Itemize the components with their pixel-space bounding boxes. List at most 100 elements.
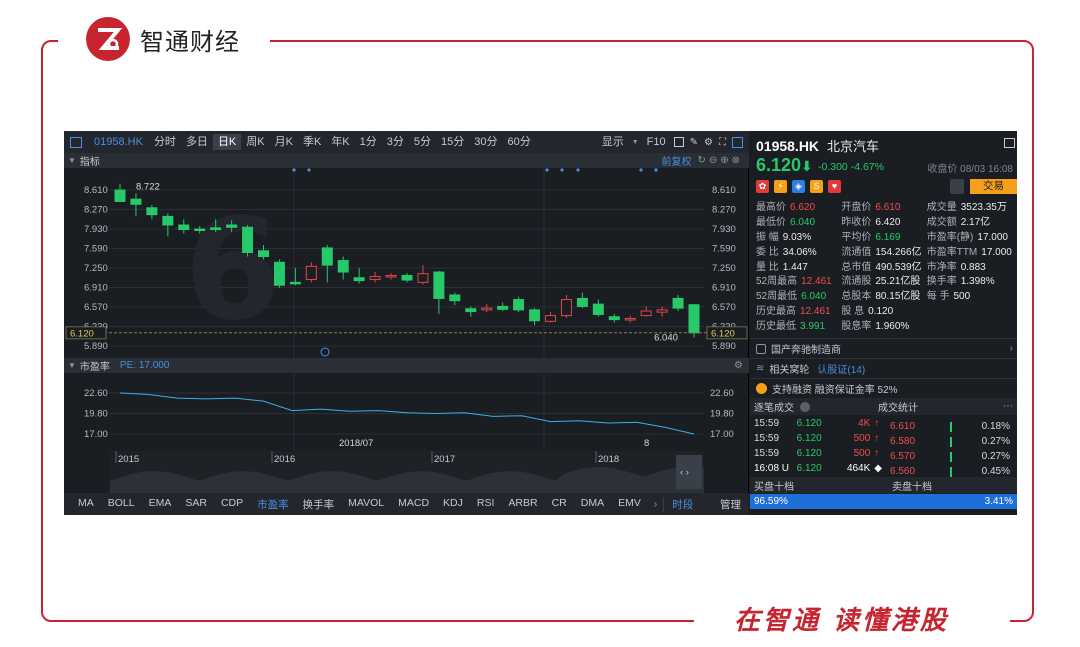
change-value: -0.300 (818, 161, 848, 173)
panel-controls-icon[interactable]: ↻⊖⊕⊗ (697, 155, 743, 166)
warrants-link[interactable]: 认股证(14) (817, 361, 865, 376)
trade-row: 15:59 6.120 4K ↑ (754, 416, 884, 431)
indicator-tab[interactable]: MA (64, 497, 101, 512)
period-tab[interactable]: 日K (212, 134, 242, 150)
period-tabs: 分时 多日 日K 周K 月K 季K 年K 1分 3分 5分 15分 30分 60分 (149, 134, 536, 150)
menu-icon[interactable] (1004, 138, 1015, 148)
trade-price: 6.120 (796, 463, 822, 474)
period-tab[interactable]: 年K (326, 134, 354, 150)
fullscreen-icon[interactable]: ⛶ (719, 137, 726, 148)
stat-label: 52周最低 (756, 291, 798, 303)
s-icon[interactable]: S (810, 180, 823, 193)
indicator-tab[interactable]: RSI (470, 497, 502, 512)
indicator-tab[interactable]: CDP (214, 497, 250, 512)
period-tab[interactable]: 月K (270, 134, 298, 150)
indicator-tab[interactable]: KDJ (436, 497, 470, 512)
period-tab[interactable]: 15分 (436, 134, 469, 150)
stat-value: 6.040 (801, 291, 827, 303)
quote-stat: 昨收价 6.420 (841, 216, 926, 231)
more-icon[interactable]: ⋯ (1003, 401, 1013, 412)
candle-down (576, 297, 588, 307)
trade-button[interactable]: 交易 (970, 179, 1017, 194)
timeline-navigator[interactable]: 2015 2016 2017 2018 ‹ › (64, 451, 749, 493)
trade-time: 15:59 (754, 433, 780, 444)
indicator-tab[interactable]: BOLL (101, 497, 142, 512)
y-tick-right: 7.250 (712, 263, 736, 274)
trade-price: 6.120 (796, 448, 822, 459)
y-tick-left: 6.910 (84, 283, 108, 294)
stat-label: 流通值 (841, 246, 872, 258)
indicator-tab[interactable]: SAR (178, 497, 214, 512)
heart-icon[interactable]: ♥ (828, 180, 841, 193)
date-label: 2018/07 (339, 438, 373, 449)
indicator-tab[interactable]: CR (545, 497, 574, 512)
lightning-icon[interactable]: ⚡ (774, 180, 787, 193)
indicator-tab[interactable]: ARBR (501, 497, 544, 512)
candle-up (385, 274, 397, 278)
period-tab[interactable]: 分时 (149, 134, 181, 150)
y-tick-right: 6.910 (712, 283, 736, 294)
period-tab[interactable]: 1分 (355, 134, 382, 150)
event-marker[interactable] (307, 168, 311, 172)
stat-value: 17.000 (981, 246, 1012, 258)
layout-icon[interactable] (70, 136, 82, 148)
event-marker[interactable] (560, 168, 564, 172)
settings-icon[interactable]: ⚙ (704, 137, 713, 148)
period-tab[interactable]: 多日 (181, 134, 213, 150)
event-marker[interactable] (639, 168, 643, 172)
trade-time: 16:08 U (754, 463, 790, 474)
quote-code: 01958.HK (756, 138, 820, 154)
indicator-tab[interactable]: MAVOL (341, 497, 391, 512)
candle-down (433, 271, 445, 299)
tag-icon[interactable]: ◈ (792, 180, 805, 193)
period-tab[interactable]: 60分 (503, 134, 536, 150)
event-marker[interactable] (576, 168, 580, 172)
event-marker[interactable] (292, 168, 296, 172)
indicator-tab[interactable]: MACD (391, 497, 436, 512)
alert-bell-icon[interactable] (950, 179, 964, 194)
pe-settings-icon[interactable]: ⚙ (734, 360, 743, 371)
indicator-label: 指标 (79, 157, 100, 168)
manage-button[interactable]: 管理 (712, 497, 749, 512)
panel-toggle-icon[interactable] (732, 136, 743, 148)
period-tab[interactable]: 3分 (382, 134, 409, 150)
event-marker-icon[interactable] (320, 347, 330, 357)
candle-down (449, 294, 461, 302)
trade-stats-tab[interactable]: 成交统计 (878, 399, 918, 414)
period-tab[interactable]: 5分 (409, 134, 436, 150)
period-tab[interactable]: 季K (298, 134, 326, 150)
period-tab[interactable]: 30分 (469, 134, 502, 150)
display-menu[interactable]: 显示 (600, 134, 626, 150)
tick-trades-tab[interactable]: 逐笔成交 (754, 399, 794, 414)
stat-label: 股 息 (841, 306, 865, 318)
indicator-tab[interactable]: EMV (611, 497, 648, 512)
indicator-tab[interactable]: 市盈率 (250, 497, 296, 512)
collapse-icon[interactable]: ▼ (68, 156, 76, 165)
period-tab[interactable]: 周K (241, 134, 269, 150)
stat-label: 总股本 (841, 291, 872, 303)
quote-stat-row: 委 比 34.06% 流通值 154.266亿 市盈率TTM 17.000 (756, 246, 1017, 261)
industry-section[interactable]: 国产奔驰制造商 › (750, 338, 1017, 358)
indicator-tab[interactable]: DMA (574, 497, 611, 512)
stat-label: 成交量 (926, 202, 957, 213)
trade-direction-icon: ↑ (874, 433, 880, 444)
f10-button[interactable]: F10 (645, 134, 668, 150)
stat-value: 9.03% (782, 231, 812, 243)
help-icon[interactable] (800, 401, 810, 412)
low-label: 6.040 (654, 332, 678, 343)
indicator-tab[interactable]: EMA (142, 497, 179, 512)
adjust-mode[interactable]: 前复权 (661, 153, 691, 168)
time-segment-tab[interactable]: 时段 (663, 496, 701, 512)
event-marker[interactable] (654, 168, 658, 172)
hk-flag-icon[interactable]: ✿ (756, 180, 769, 193)
stat-bar (950, 452, 952, 462)
checkbox-icon[interactable] (673, 137, 684, 147)
pen-icon[interactable]: ✎ (690, 137, 698, 148)
stat-value: 1.960% (875, 321, 910, 333)
warrants-section[interactable]: ≋ 相关窝轮 认股证(14) (750, 358, 1017, 378)
collapse-icon[interactable]: ▼ (68, 361, 76, 370)
event-marker[interactable] (545, 168, 549, 172)
chevron-right-icon[interactable]: › (654, 499, 657, 510)
pe-y-tick-right: 17.00 (710, 429, 734, 440)
indicator-tab[interactable]: 换手率 (296, 497, 342, 512)
